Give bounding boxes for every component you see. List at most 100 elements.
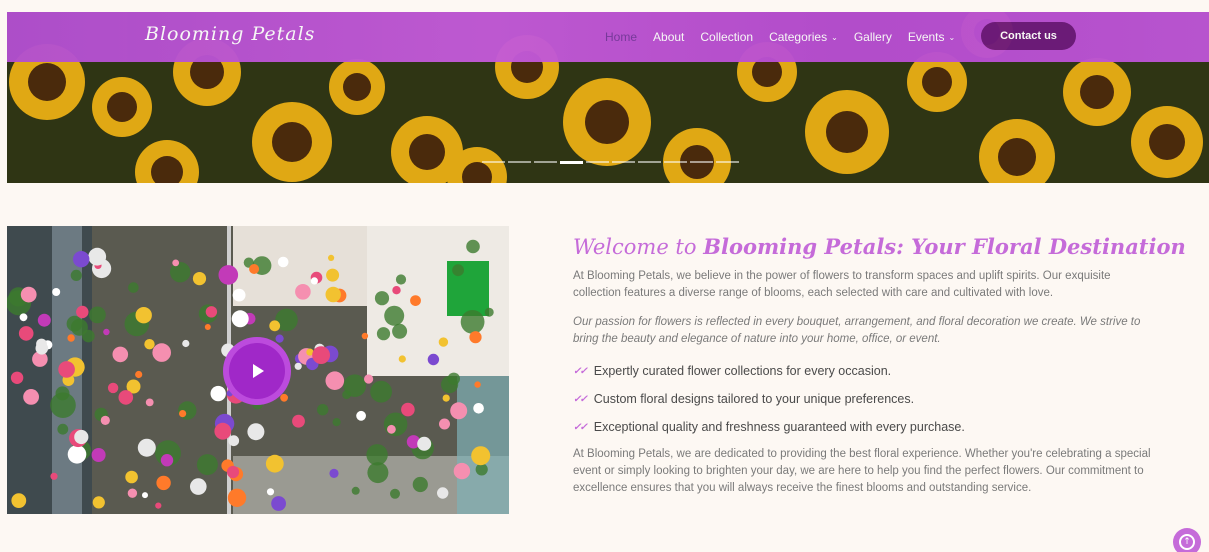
bloom [232,288,246,302]
list-item: ✓✓ Exceptional quality and freshness gua… [573,413,1153,441]
bloom [73,251,90,268]
bloom [231,310,249,328]
bloom [100,415,110,425]
foliage [366,444,388,466]
bloom [474,381,481,388]
carousel-dot[interactable] [612,161,635,163]
foliage [384,305,405,326]
foliage [351,486,360,495]
carousel-dot[interactable] [534,161,557,163]
bloom [142,492,148,499]
nav-label: Home [605,30,638,44]
bloom [160,454,174,467]
bloom [192,272,207,286]
bloom [67,334,75,342]
brand-logo[interactable]: Blooming Petals [145,23,315,45]
scroll-to-top-button[interactable]: ↑ [1173,528,1201,552]
sunflower-center [409,134,445,170]
sunflower-center [1080,75,1114,109]
foliage [370,380,392,403]
foliage [343,374,367,397]
bloom [88,247,107,266]
nav-label: Collection [700,30,754,44]
bloom [392,286,401,295]
bloom [127,488,138,498]
bloom [190,478,207,495]
bloom [179,410,187,418]
carousel-dot[interactable] [690,161,713,163]
sunflower-center [922,67,952,97]
bloom [23,389,39,405]
bloom [218,265,239,285]
bloom [326,268,340,282]
bloom [325,371,345,390]
nav-label: Gallery [853,30,892,44]
foliage [55,386,70,401]
passion-paragraph: Our passion for flowers is reflected in … [573,316,1141,345]
bloom [37,313,51,327]
bloom [135,370,143,379]
foliage [196,454,218,476]
contact-us-button[interactable]: Contact us [981,22,1076,50]
bloom [135,307,152,324]
carousel-dot[interactable] [716,161,739,163]
bloom [228,435,240,447]
shop-video-thumbnail[interactable] [7,226,509,514]
carousel-dot[interactable] [586,161,609,163]
carousel-dot[interactable] [508,161,531,163]
bloom [118,390,134,405]
bloom [205,306,218,318]
bloom [92,496,105,509]
bloom [107,382,119,394]
bloom [356,410,366,421]
bloom [152,343,171,362]
bloom [67,445,87,464]
bloom [112,346,129,363]
bloom [294,362,302,370]
play-button[interactable] [223,337,291,405]
nav-home[interactable]: Home [605,30,637,44]
foliage [392,323,408,339]
bloom [398,355,406,363]
closing-paragraph: At Blooming Petals, we are dedicated to … [573,448,1151,494]
bloom [50,472,58,480]
bloom [91,448,106,462]
bloom [329,468,339,478]
carousel-dot[interactable] [482,161,505,163]
carousel-dot[interactable] [664,161,687,163]
nav-about[interactable]: About [653,30,684,44]
bloom [76,305,89,319]
foliage [484,307,494,317]
nav-events[interactable]: Events ⌄ [908,30,955,44]
sunflower-center [343,73,371,101]
bloom [437,487,449,499]
bloom [227,488,247,507]
carousel-dot[interactable] [638,161,661,163]
nav-label: About [653,30,685,44]
bloom [453,462,471,480]
bloom [144,339,155,350]
intro-paragraph: At Blooming Petals, we believe in the po… [573,270,1111,299]
double-check-icon: ✓✓ [573,365,588,377]
nav-collection[interactable]: Collection [700,30,753,44]
bloom [58,361,75,378]
nav-gallery[interactable]: Gallery [854,30,892,44]
carousel-dot[interactable] [560,161,583,164]
bloom [325,286,341,303]
bloom [275,334,284,343]
feature-list: ✓✓ Expertly curated flower collections f… [573,357,1153,441]
nav-categories[interactable]: Categories ⌄ [769,30,838,44]
bloom [473,403,484,414]
bloom [103,328,110,336]
feature-text: Custom floral designs tailored to your u… [593,392,915,406]
bloom [204,324,211,330]
bloom [137,438,156,457]
bloom [249,264,260,274]
bloom [295,284,311,300]
foliage [395,274,407,285]
foliage [412,476,428,493]
bloom [11,493,27,508]
bloom [438,337,449,347]
foliage [390,488,400,499]
bloom [226,465,240,479]
